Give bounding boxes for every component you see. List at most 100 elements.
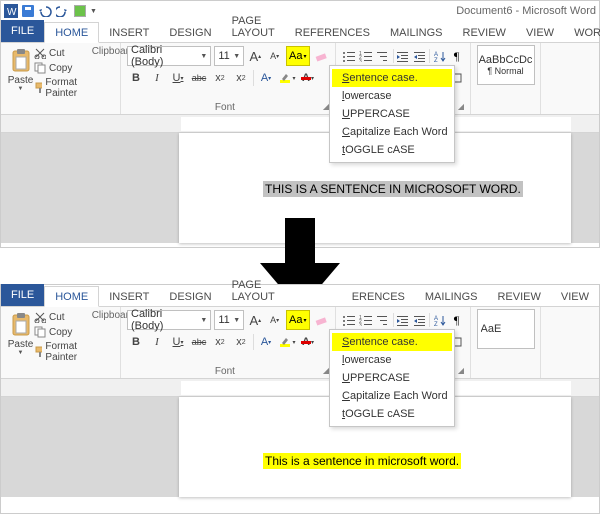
ruler[interactable] <box>1 115 599 133</box>
show-hide-button-2[interactable]: ¶ <box>449 311 464 329</box>
paste-label: Paste <box>8 75 34 86</box>
bullets-button[interactable] <box>342 47 357 65</box>
underline-button-2[interactable]: U▾ <box>169 332 187 352</box>
tab-worldox[interactable]: WORLDOX <box>564 23 600 42</box>
bold-button-2[interactable]: B <box>127 332 145 352</box>
multilevel-button-2[interactable] <box>376 311 391 329</box>
style-normal[interactable]: AaBbCcDc ¶ Normal <box>477 45 535 85</box>
tab-file[interactable]: FILE <box>1 20 44 42</box>
qat-dropdown-icon[interactable]: ▼ <box>90 8 97 15</box>
menu-toggle-case-2[interactable]: tOGGLE cASE <box>332 405 452 423</box>
tab-insert-2[interactable]: INSERT <box>99 287 159 306</box>
menu-uppercase-2[interactable]: UPPERCASE <box>332 369 452 387</box>
group-styles: AaBbCcDc ¶ Normal <box>471 43 541 114</box>
tab-references-2-partial[interactable]: ERENCES <box>342 287 415 306</box>
font-color-button-2[interactable]: A▾ <box>299 332 317 352</box>
superscript-button-2[interactable]: x2 <box>232 332 250 352</box>
bold-button[interactable]: B <box>127 68 145 88</box>
shrink-font-button-2[interactable]: A▾ <box>267 310 283 330</box>
svg-text:3: 3 <box>359 323 362 326</box>
tab-mailings-2[interactable]: MAILINGS <box>415 287 488 306</box>
font-name-combo-2[interactable]: Calibri (Body)▼ <box>127 310 211 330</box>
paragraph-launcher-icon[interactable]: ◢ <box>458 102 464 113</box>
tab-page-layout-2[interactable]: PAGE LAYOUT <box>222 275 299 306</box>
redo-icon[interactable] <box>56 5 70 17</box>
superscript-button[interactable]: x2 <box>232 68 250 88</box>
tab-review-2[interactable]: REVIEW <box>487 287 550 306</box>
show-hide-button[interactable]: ¶ <box>449 47 464 65</box>
cut-button[interactable]: Cut <box>34 47 92 59</box>
tab-home[interactable]: HOME <box>44 22 99 43</box>
copy-button-2[interactable]: Copy <box>34 326 92 338</box>
menu-toggle-case[interactable]: tOGGLE cASE <box>332 141 452 159</box>
grow-font-button-2[interactable]: A▴ <box>247 310 263 330</box>
decrease-indent-button-2[interactable] <box>396 311 411 329</box>
change-case-button[interactable]: Aa▾ <box>286 46 310 66</box>
tab-insert[interactable]: INSERT <box>99 23 159 42</box>
sort-button[interactable]: AZ <box>432 47 447 65</box>
highlight-button[interactable]: ▾ <box>278 68 296 88</box>
paragraph-launcher-icon-2[interactable]: ◢ <box>458 366 464 377</box>
highlight-button-2[interactable]: ▾ <box>278 332 296 352</box>
paste-button-2[interactable]: Paste ▼ <box>7 309 34 377</box>
menu-uppercase[interactable]: UPPERCASE <box>332 105 452 123</box>
numbering-button[interactable]: 123 <box>359 47 374 65</box>
tab-review[interactable]: REVIEW <box>453 23 516 42</box>
italic-button-2[interactable]: I <box>148 332 166 352</box>
text-effects-button-2[interactable]: A▾ <box>257 332 275 352</box>
document-area-2[interactable]: This is a sentence in microsoft word. <box>1 397 599 497</box>
tab-design[interactable]: DESIGN <box>159 23 221 42</box>
grow-font-button[interactable]: A▴ <box>247 46 263 66</box>
clear-formatting-button-2[interactable] <box>313 310 329 330</box>
tab-view-2[interactable]: VIEW <box>551 287 599 306</box>
subscript-button[interactable]: x2 <box>211 68 229 88</box>
subscript-button-2[interactable]: x2 <box>211 332 229 352</box>
text-effects-button[interactable]: A▾ <box>257 68 275 88</box>
tab-home-2[interactable]: HOME <box>44 286 99 307</box>
undo-icon[interactable] <box>38 5 52 17</box>
strike-button-2[interactable]: abc <box>190 332 208 352</box>
numbering-button-2[interactable]: 123 <box>359 311 374 329</box>
ruler-2[interactable] <box>1 379 599 397</box>
increase-indent-button-2[interactable] <box>412 311 427 329</box>
menu-sentence-case[interactable]: Sentence case. <box>332 69 452 87</box>
group-font-2: Calibri (Body)▼ 11▼ A▴ A▾ Aa▾ B I U▾ abc… <box>121 307 336 378</box>
tab-mailings[interactable]: MAILINGS <box>380 23 453 42</box>
increase-indent-button[interactable] <box>412 47 427 65</box>
multilevel-button[interactable] <box>376 47 391 65</box>
clear-formatting-button[interactable] <box>313 46 329 66</box>
save-icon[interactable] <box>22 5 34 17</box>
copy-button[interactable]: Copy <box>34 62 92 74</box>
numbering-icon: 123 <box>359 50 373 62</box>
font-size-combo-2[interactable]: 11▼ <box>214 310 244 330</box>
format-painter-button-2[interactable]: Format Painter <box>34 341 92 363</box>
shrink-font-button[interactable]: A▾ <box>267 46 283 66</box>
change-case-button-2[interactable]: Aa▾ <box>286 310 310 330</box>
color-swatch[interactable] <box>74 5 86 17</box>
selected-text[interactable]: THIS IS A SENTENCE IN MICROSOFT WORD. <box>263 181 523 197</box>
italic-button[interactable]: I <box>148 68 166 88</box>
tab-file-2[interactable]: FILE <box>1 284 44 306</box>
menu-capitalize[interactable]: Capitalize Each Word <box>332 123 452 141</box>
result-text[interactable]: This is a sentence in microsoft word. <box>263 453 461 469</box>
menu-capitalize-2[interactable]: Capitalize Each Word <box>332 387 452 405</box>
tab-design-2[interactable]: DESIGN <box>159 287 221 306</box>
cut-button-2[interactable]: Cut <box>34 311 92 323</box>
tab-page-layout[interactable]: PAGE LAYOUT <box>222 11 285 42</box>
menu-sentence-case-2[interactable]: Sentence case. <box>332 333 452 351</box>
bullets-button-2[interactable] <box>342 311 357 329</box>
tab-view[interactable]: VIEW <box>516 23 564 42</box>
format-painter-button[interactable]: Format Painter <box>34 77 92 99</box>
font-size-combo[interactable]: 11▼ <box>214 46 244 66</box>
paste-button[interactable]: Paste ▼ <box>7 45 34 113</box>
sort-button-2[interactable]: AZ <box>432 311 447 329</box>
decrease-indent-button[interactable] <box>396 47 411 65</box>
menu-lowercase-2[interactable]: lowercase <box>332 351 452 369</box>
menu-lowercase[interactable]: lowercase <box>332 87 452 105</box>
underline-button[interactable]: U▾ <box>169 68 187 88</box>
style-normal-2[interactable]: AaE <box>477 309 535 349</box>
font-color-button[interactable]: A▾ <box>299 68 317 88</box>
strike-button[interactable]: abc <box>190 68 208 88</box>
tab-references[interactable]: REFERENCES <box>285 23 380 42</box>
font-name-combo[interactable]: Calibri (Body)▼ <box>127 46 211 66</box>
